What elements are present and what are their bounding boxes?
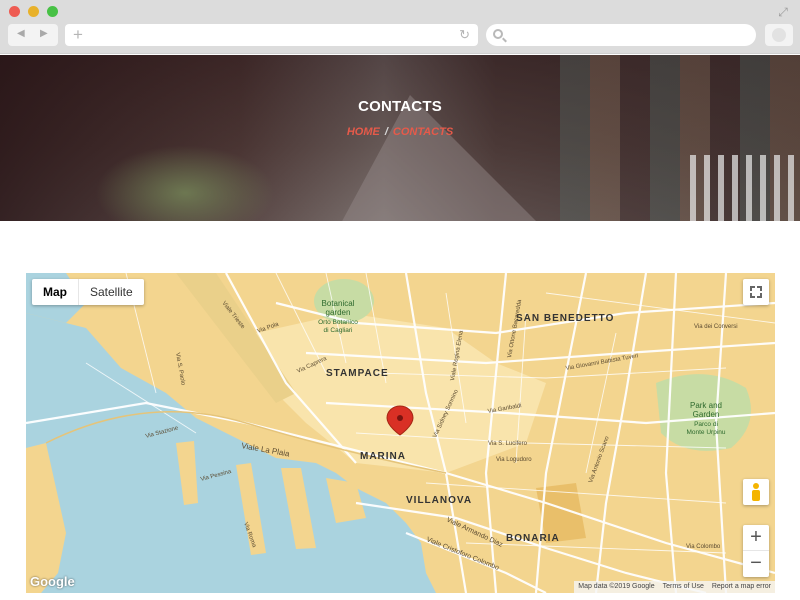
map-canvas[interactable]: SAN BENEDETTO STAMPACE MARINA VILLANOVA … [26, 273, 775, 593]
fullscreen-icon-part [757, 286, 762, 291]
page-title: CONTACTS [358, 98, 442, 115]
label-stampace: STAMPACE [326, 368, 389, 379]
breadcrumb-home-link[interactable]: HOME [347, 126, 380, 138]
label-botanical-4: di Cagliari [324, 327, 353, 334]
street-view-pegman-icon[interactable] [743, 479, 769, 505]
hero-banner: CONTACTS HOME / CONTACTS [0, 55, 800, 221]
browser-search-input[interactable] [486, 24, 756, 46]
label-monte-4: Monte Urpinu [686, 429, 725, 436]
label-botanical-2: garden [326, 308, 351, 317]
hero-plant-shape [95, 145, 275, 221]
google-map[interactable]: SAN BENEDETTO STAMPACE MARINA VILLANOVA … [26, 273, 775, 593]
map-data-credit: Map data ©2019 Google [578, 583, 655, 590]
forward-icon[interactable]: ▶ [40, 28, 48, 39]
fullscreen-button[interactable] [743, 279, 769, 305]
label-san-benedetto: SAN BENEDETTO [516, 313, 614, 324]
map-type-satellite-button[interactable]: Satellite [79, 279, 144, 305]
zoom-control: + − [743, 525, 769, 577]
reload-icon[interactable]: ↻ [459, 24, 470, 46]
breadcrumb: HOME / CONTACTS [0, 126, 800, 138]
map-type-map-button[interactable]: Map [32, 279, 79, 305]
map-attribution: Map data ©2019 Google Terms of Use Repor… [574, 581, 775, 593]
label-villanova: VILLANOVA [406, 495, 472, 506]
hero-bags-shape [690, 155, 800, 221]
label-via-colombo: Via Colombo [686, 544, 721, 550]
address-bar[interactable]: + ↻ [65, 24, 478, 46]
fullscreen-icon-part [757, 293, 762, 298]
maximize-window-button[interactable] [47, 6, 58, 17]
fullscreen-icon-part [750, 293, 755, 298]
expand-icon[interactable]: ⤢ [776, 5, 790, 19]
report-map-error-link[interactable]: Report a map error [712, 581, 771, 593]
zoom-in-button[interactable]: + [743, 525, 769, 551]
new-tab-icon[interactable]: + [73, 24, 83, 46]
terms-of-use-link[interactable]: Terms of Use [663, 581, 704, 593]
label-monte-1: Park and [690, 401, 722, 410]
back-icon[interactable]: ◀ [17, 28, 25, 39]
label-via-dei-conversi: Via dei Conversi [694, 324, 738, 330]
label-marina: MARINA [360, 451, 406, 462]
browser-chrome: ⤢ ◀ ▶ + ↻ [0, 0, 800, 54]
nav-buttons: ◀ ▶ [8, 24, 58, 46]
fullscreen-icon [750, 286, 755, 291]
label-botanical-3: Orto Botanico [318, 319, 358, 326]
label-bonaria: BONARIA [506, 533, 560, 544]
zoom-out-button[interactable]: − [743, 551, 769, 577]
breadcrumb-separator: / [384, 126, 388, 138]
label-via-s-lucifero: Via S. Lucifero [488, 441, 528, 447]
search-icon [493, 29, 503, 39]
label-monte-3: Parco di [694, 421, 718, 428]
map-type-control: Map Satellite [32, 279, 144, 305]
extension-button[interactable] [765, 24, 793, 46]
label-via-logudoro: Via Logudoro [496, 457, 532, 463]
minimize-window-button[interactable] [28, 6, 39, 17]
breadcrumb-current: CONTACTS [392, 126, 454, 138]
close-window-button[interactable] [9, 6, 20, 17]
pin-dot [397, 415, 403, 421]
google-logo[interactable]: Google [30, 574, 75, 589]
label-monte-2: Garden [693, 410, 720, 419]
label-botanical-1: Botanical [322, 299, 355, 308]
